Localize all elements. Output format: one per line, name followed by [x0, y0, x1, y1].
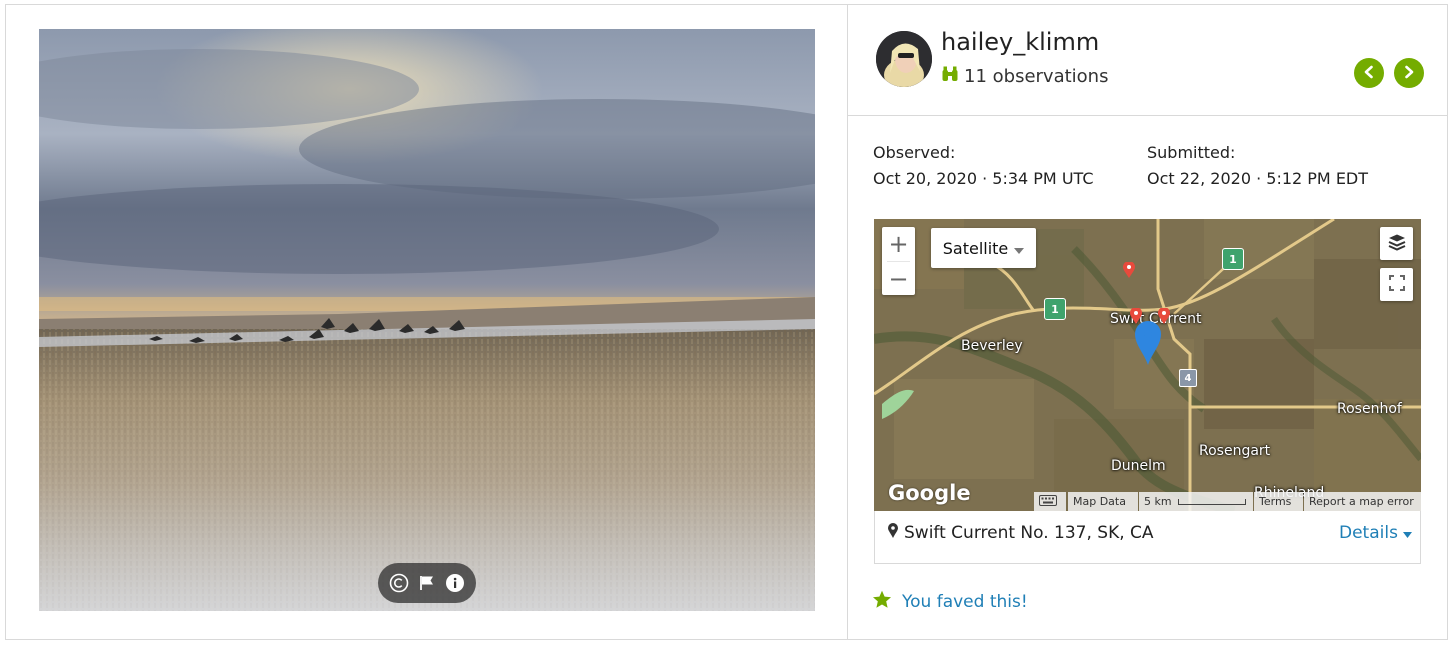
layers-icon [1387, 233, 1407, 255]
photo-image [39, 29, 815, 611]
map-place-label: Rosenhof [1337, 401, 1402, 417]
highway-shield: 1 [1044, 298, 1066, 320]
fullscreen-icon [1388, 274, 1405, 295]
copyright-icon[interactable] [388, 572, 410, 594]
observations-label: 11 observations [964, 66, 1109, 87]
submitted-date: Oct 22, 2020 · 5:12 PM EDT [1147, 169, 1369, 188]
location: Swift Current No. 137, SK, CA [888, 523, 1154, 543]
binoculars-icon [941, 65, 959, 88]
observation-location-pin-icon[interactable] [1135, 321, 1161, 369]
map-data-link[interactable]: Map Data [1068, 492, 1138, 511]
zoom-out-button[interactable]: − [882, 262, 915, 296]
photo-controls [378, 563, 476, 603]
map-place-label: Beverley [961, 338, 1023, 354]
location-text: Swift Current No. 137, SK, CA [904, 523, 1154, 543]
zoom-in-button[interactable]: + [882, 227, 915, 261]
terms-link[interactable]: Terms [1254, 492, 1303, 511]
chevron-right-icon [1402, 64, 1416, 83]
map-place-label: Dunelm [1111, 458, 1166, 474]
scale-bar [1177, 498, 1246, 505]
observation-photo[interactable] [39, 29, 815, 611]
map-scale: 5 km [1139, 492, 1253, 511]
highway-shield: 1 [1222, 248, 1244, 270]
location-details-toggle[interactable]: Details [1339, 523, 1412, 543]
observed-label: Observed: [873, 143, 956, 162]
map-type-label: Satellite [942, 238, 1009, 258]
map-type-button[interactable]: Satellite [931, 228, 1036, 268]
avatar[interactable] [876, 31, 932, 87]
scale-label: 5 km [1144, 495, 1172, 508]
map-marker-icon[interactable] [1123, 261, 1135, 282]
username[interactable]: hailey_klimm [941, 28, 1099, 56]
keyboard-icon [1039, 494, 1057, 509]
observations-count[interactable]: 11 observations [941, 65, 1108, 88]
highway-shield: 4 [1179, 369, 1197, 387]
report-map-error-link[interactable]: Report a map error [1304, 492, 1421, 511]
caret-down-icon [1014, 239, 1025, 258]
details-label: Details [1339, 523, 1398, 543]
chevron-left-icon [1362, 64, 1376, 83]
info-icon[interactable] [444, 572, 466, 594]
map-place-label: Rosengart [1199, 443, 1271, 459]
panel-divider [847, 4, 848, 640]
observed-date: Oct 20, 2020 · 5:34 PM UTC [873, 169, 1094, 188]
map-zoom-control: + − [882, 227, 915, 295]
fave-button[interactable]: You faved this! [872, 590, 1028, 614]
flag-icon[interactable] [416, 572, 438, 594]
next-observation-button[interactable] [1394, 58, 1424, 88]
header-divider [848, 115, 1448, 116]
submitted-label: Submitted: [1147, 143, 1236, 162]
map-fullscreen-button[interactable] [1380, 268, 1413, 301]
fave-label: You faved this! [902, 592, 1028, 612]
caret-down-icon [1402, 523, 1412, 543]
google-logo: Google [888, 481, 971, 505]
previous-observation-button[interactable] [1354, 58, 1384, 88]
star-icon [872, 590, 892, 614]
map-layers-button[interactable] [1380, 227, 1413, 260]
map-marker-icon [888, 523, 898, 543]
keyboard-shortcuts-button[interactable] [1034, 492, 1066, 511]
